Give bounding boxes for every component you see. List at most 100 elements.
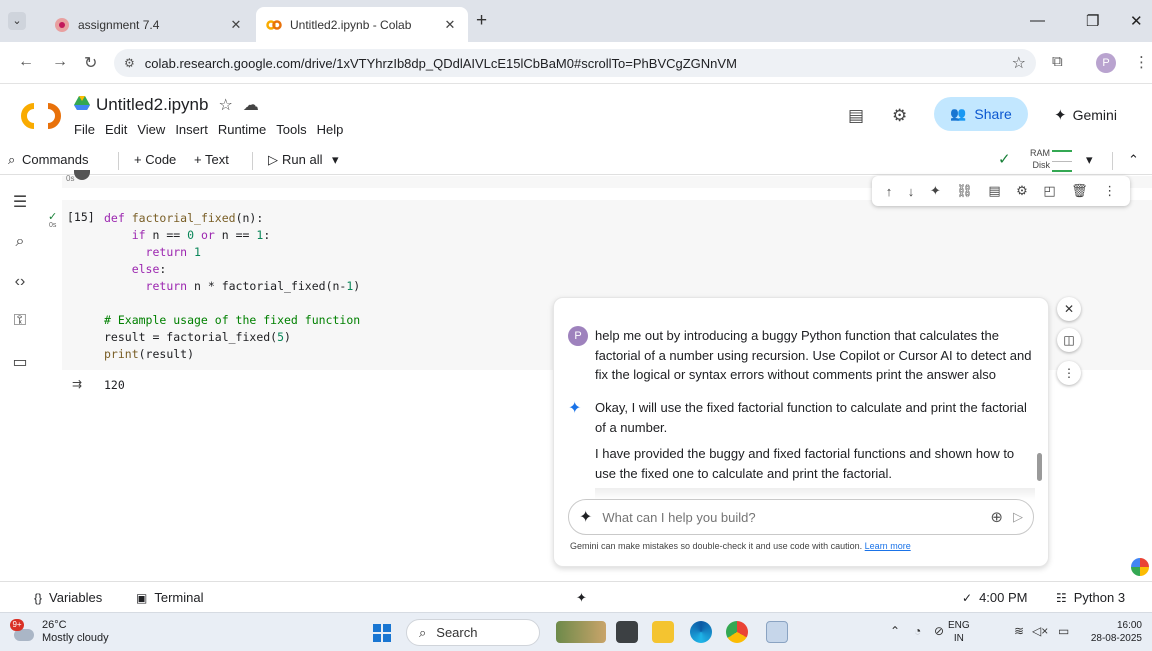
people-icon: 👥 xyxy=(950,106,967,121)
window-close-icon[interactable]: ✕ xyxy=(1130,12,1143,30)
cell-settings-icon[interactable]: ⚙ xyxy=(1016,183,1028,199)
settings-gear-icon[interactable]: ⚙ xyxy=(892,106,907,126)
menu-tools[interactable]: Tools xyxy=(276,122,306,137)
run-all-play-icon[interactable]: ▷ xyxy=(268,152,278,168)
app-window-icon[interactable] xyxy=(766,621,788,643)
files-folder-icon[interactable]: ▭ xyxy=(10,352,30,372)
gemini-response-spark-icon: ✦ xyxy=(568,400,582,417)
link-icon[interactable]: ⛓ xyxy=(956,183,973,199)
gemini-status-icon[interactable]: ✦ xyxy=(576,590,587,606)
tray-expand-icon[interactable]: ⌃ xyxy=(890,624,900,638)
code-snippets-icon[interactable]: ‹› xyxy=(10,273,30,291)
menu-runtime[interactable]: Runtime xyxy=(218,122,266,137)
new-tab-icon[interactable]: + xyxy=(476,11,487,30)
find-replace-icon[interactable]: ⌕ xyxy=(10,233,30,251)
reload-icon[interactable]: ↻ xyxy=(84,53,97,73)
extensions-icon[interactable]: ⧉ xyxy=(1052,53,1063,70)
search-icon: ⌕ xyxy=(419,624,427,640)
resource-meter[interactable] xyxy=(1052,150,1072,172)
output-toggle-icon[interactable]: ⇉ xyxy=(72,377,82,391)
menu-insert[interactable]: Insert xyxy=(175,122,208,137)
site-settings-icon[interactable]: ⚙ xyxy=(124,56,135,70)
run-all-dropdown-icon[interactable]: ▾ xyxy=(332,152,339,168)
comments-icon[interactable]: ▤ xyxy=(848,106,864,126)
browser-tab-strip: ⌄ assignment 7.4 ✕ Untitled2.ipynb - Col… xyxy=(0,0,1152,42)
learn-more-link[interactable]: Learn more xyxy=(865,541,911,551)
file-explorer-icon[interactable] xyxy=(652,621,674,643)
notebook-title[interactable]: Untitled2.ipynb xyxy=(96,95,208,115)
add-attachment-icon[interactable]: ⊕ xyxy=(990,508,1003,526)
chrome-browser-icon[interactable] xyxy=(726,621,748,643)
comment-icon[interactable]: ▤ xyxy=(988,183,1000,199)
tab-search-chevron-icon[interactable]: ⌄ xyxy=(8,12,26,30)
back-icon[interactable]: ← xyxy=(18,53,34,71)
menu-edit[interactable]: Edit xyxy=(105,122,127,137)
system-clock[interactable]: 16:00 28-08-2025 xyxy=(1086,619,1142,645)
ram-disk-labels[interactable]: RAM Disk xyxy=(1030,147,1050,171)
bookmark-star-icon[interactable]: ☆ xyxy=(1012,53,1026,73)
star-notebook-icon[interactable]: ☆ xyxy=(218,95,232,115)
cell-more-icon[interactable]: ⋮ xyxy=(1103,183,1116,199)
temperature: 26°C xyxy=(42,619,67,631)
move-cell-up-icon[interactable]: ↑ xyxy=(886,184,893,199)
tab-colab[interactable]: Untitled2.ipynb - Colab ✕ xyxy=(256,7,468,42)
tab-close-icon[interactable]: ✕ xyxy=(442,17,458,33)
wifi-icon[interactable]: ≋ xyxy=(1014,624,1024,638)
forward-icon[interactable]: → xyxy=(52,53,68,71)
restore-icon[interactable]: ❐ xyxy=(1086,12,1099,30)
secrets-key-icon[interactable]: ⚿ xyxy=(10,312,30,330)
browser-menu-icon[interactable]: ⋮ xyxy=(1134,53,1149,71)
collapse-header-icon[interactable]: ⌃ xyxy=(1128,152,1139,168)
task-view-icon[interactable] xyxy=(616,621,638,643)
commands-search-icon[interactable]: ⌕ xyxy=(8,152,15,168)
url-text[interactable]: colab.research.google.com/drive/1xVTYhrz… xyxy=(145,56,1012,71)
minimize-icon[interactable]: — xyxy=(1030,12,1045,29)
battery-icon[interactable]: ▭ xyxy=(1058,624,1069,638)
cell-toolbar: ↑ ↓ ✦ ⛓ ▤ ⚙ ◰ 🗑 ⋮ xyxy=(872,176,1130,206)
profile-avatar[interactable]: P xyxy=(1096,53,1116,73)
colab-logo-icon[interactable] xyxy=(20,103,62,129)
ai-assist-icon[interactable] xyxy=(1131,558,1149,576)
close-gemini-icon[interactable]: ✕ xyxy=(1057,297,1081,321)
variables-button[interactable]: {} Variables xyxy=(34,590,102,605)
gemini-prompt-box[interactable]: ✦ ⊕ ▷ xyxy=(568,499,1034,535)
gemini-spark-icon: ✦ xyxy=(1054,107,1067,124)
last-run-status[interactable]: ✓ 4:00 PM xyxy=(962,590,1027,605)
mirror-cell-icon[interactable]: ◰ xyxy=(1043,183,1055,199)
runtime-status[interactable]: ☷ Python 3 xyxy=(1056,590,1125,605)
menu-help[interactable]: Help xyxy=(317,122,344,137)
add-code-button[interactable]: + Code xyxy=(134,152,176,167)
taskbar-widget-image[interactable] xyxy=(556,621,606,643)
tray-app-icon[interactable]: ◔ xyxy=(914,624,921,638)
gemini-prompt-input[interactable] xyxy=(602,509,991,525)
volume-icon[interactable]: ◁× xyxy=(1032,624,1048,638)
gemini-button[interactable]: ✦ Gemini xyxy=(1054,106,1117,124)
table-of-contents-icon[interactable]: ☰ xyxy=(10,192,30,212)
commands-button[interactable]: Commands xyxy=(22,152,88,167)
tray-sync-icon[interactable]: ⊘ xyxy=(934,624,944,638)
menu-view[interactable]: View xyxy=(137,122,165,137)
dock-panel-icon[interactable]: ◫ xyxy=(1057,328,1081,352)
gemini-cell-spark-icon[interactable]: ✦ xyxy=(930,183,941,199)
tab-close-icon[interactable]: ✕ xyxy=(228,17,244,33)
code-editor[interactable]: def factorial_fixed(n): if n == 0 or n =… xyxy=(104,210,360,363)
omnibox[interactable]: ⚙ colab.research.google.com/drive/1xVTYh… xyxy=(114,49,1036,77)
windows-start-icon[interactable] xyxy=(373,624,391,642)
chat-scrollbar[interactable] xyxy=(1037,453,1042,481)
disk-label: Disk xyxy=(1032,160,1051,170)
add-text-button[interactable]: + Text xyxy=(194,152,229,167)
move-cell-down-icon[interactable]: ↓ xyxy=(908,184,915,199)
share-button[interactable]: 👥 Share xyxy=(934,97,1028,131)
weather-widget[interactable]: 9+ 26°C Mostly cloudy xyxy=(10,619,109,645)
delete-cell-icon[interactable]: 🗑 xyxy=(1071,183,1088,199)
run-all-button[interactable]: Run all xyxy=(282,152,322,167)
menu-file[interactable]: File xyxy=(74,122,95,137)
tab-assignment[interactable]: assignment 7.4 ✕ xyxy=(44,7,254,42)
send-icon[interactable]: ▷ xyxy=(1013,509,1023,525)
edge-browser-icon[interactable] xyxy=(690,621,712,643)
input-language[interactable]: ENG IN xyxy=(948,619,970,645)
runtime-dropdown-icon[interactable]: ▾ xyxy=(1086,152,1093,168)
terminal-button[interactable]: ▣ Terminal xyxy=(136,590,203,605)
gemini-more-icon[interactable]: ⋮ xyxy=(1057,361,1081,385)
taskbar-search[interactable]: ⌕ Search xyxy=(406,619,540,646)
